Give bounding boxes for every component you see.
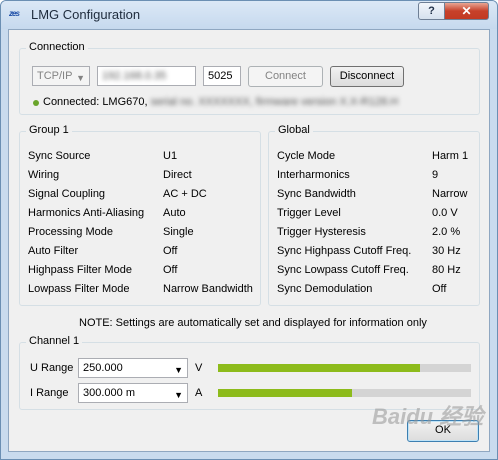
chevron-down-icon: ▼: [174, 365, 183, 375]
group1-row-value: Narrow Bandwidth: [163, 283, 253, 295]
global-row-label: Interharmonics: [277, 169, 350, 181]
i-range-select[interactable]: 300.000 m ▼: [78, 383, 188, 403]
global-row-value: Narrow: [432, 188, 468, 200]
group1-row-value: Single: [163, 226, 194, 238]
group1-row-value: Off: [163, 245, 178, 257]
group1-row-label: Sync Source: [28, 150, 91, 162]
global-row-value: 2.0 %: [432, 226, 461, 238]
global-row-value: 0.0 V: [432, 207, 458, 219]
connection-group: Connection TCP/IP ▼ 192.168.0.35 5025 Co…: [19, 41, 480, 115]
title-bar[interactable]: zes LMG Configuration ? ✕: [1, 1, 497, 29]
u-range-label: U Range: [30, 362, 74, 374]
global-row-label: Cycle Mode: [277, 150, 336, 162]
disconnect-button[interactable]: Disconnect: [330, 66, 404, 87]
group1-row-value: Off: [163, 264, 178, 276]
group1-row-label: Harmonics Anti-Aliasing: [28, 207, 145, 219]
connect-button[interactable]: Connect: [248, 66, 323, 87]
status-dot-icon: [33, 100, 39, 106]
window-title: LMG Configuration: [31, 7, 141, 22]
group1-row-value: Direct: [163, 169, 192, 181]
chevron-down-icon: ▼: [174, 390, 183, 400]
u-range-level-fill: [218, 364, 421, 372]
group1-row-value: Auto: [163, 207, 186, 219]
i-range-level-fill: [218, 389, 353, 397]
global-row-value: Off: [432, 283, 447, 295]
status-prefix: Connected: LMG670,: [43, 96, 148, 108]
status-detail: serial no. XXXXXXX, firmware version X.X…: [150, 96, 399, 108]
help-button[interactable]: ?: [418, 2, 445, 20]
i-range-unit: A: [195, 387, 203, 399]
zes-logo-icon: zes: [9, 9, 20, 18]
u-range-select[interactable]: 250.000 ▼: [78, 358, 188, 378]
address-field[interactable]: 192.168.0.35: [97, 66, 196, 86]
group1-legend: Group 1: [26, 124, 72, 136]
group1-row-label: Signal Coupling: [28, 188, 106, 200]
dialog-body: Connection TCP/IP ▼ 192.168.0.35 5025 Co…: [8, 29, 490, 452]
global-row-label: Sync Lowpass Cutoff Freq.: [277, 264, 409, 276]
watermark: Baidu 经验: [372, 404, 484, 429]
u-range-level-bar: [218, 364, 471, 372]
global-row-label: Trigger Level: [277, 207, 341, 219]
port-value: 5025: [208, 70, 233, 82]
channel1-legend: Channel 1: [26, 335, 83, 347]
i-range-label: I Range: [30, 387, 69, 399]
group1-row-label: Auto Filter: [28, 245, 79, 257]
status-text: Connected: LMG670, serial no. XXXXXXX, f…: [43, 96, 398, 108]
protocol-select[interactable]: TCP/IP ▼: [32, 66, 90, 86]
i-range-value: 300.000 m: [83, 387, 135, 399]
global-legend: Global: [275, 124, 313, 136]
group1-panel: Group 1 Sync Source U1 Wiring Direct Signal …: [19, 124, 261, 306]
connection-legend: Connection: [26, 41, 88, 53]
dialog-window: zes LMG Configuration ? ✕ Connection TCP…: [0, 0, 498, 460]
global-row-value: Harm 1: [432, 150, 469, 162]
u-range-unit: V: [195, 362, 203, 374]
address-value: 192.168.0.35: [102, 70, 167, 82]
info-note: NOTE: Settings are automatically set and…: [79, 317, 427, 329]
group1-row-value: AC + DC: [163, 188, 207, 200]
global-row-value: 30 Hz: [432, 245, 461, 257]
global-row-value: 9: [432, 169, 439, 181]
global-panel: Global Cycle Mode Harm 1 Interharmonics 9 Sy…: [268, 124, 480, 306]
global-row-label: Trigger Hysteresis: [277, 226, 366, 238]
port-field[interactable]: 5025: [203, 66, 241, 86]
group1-row-label: Wiring: [28, 169, 60, 181]
i-range-level-bar: [218, 389, 471, 397]
protocol-value: TCP/IP: [37, 70, 73, 82]
global-row-label: Sync Highpass Cutoff Freq.: [277, 245, 412, 257]
close-button[interactable]: ✕: [444, 2, 489, 20]
u-range-value: 250.000: [83, 362, 123, 374]
chevron-down-icon: ▼: [76, 73, 85, 83]
group1-row-value: U1: [163, 150, 178, 162]
global-row-label: Sync Demodulation: [277, 283, 373, 295]
group1-row-label: Highpass Filter Mode: [28, 264, 132, 276]
global-row-value: 80 Hz: [432, 264, 461, 276]
global-row-label: Sync Bandwidth: [277, 188, 356, 200]
group1-row-label: Processing Mode: [28, 226, 113, 238]
group1-row-label: Lowpass Filter Mode: [28, 283, 130, 295]
